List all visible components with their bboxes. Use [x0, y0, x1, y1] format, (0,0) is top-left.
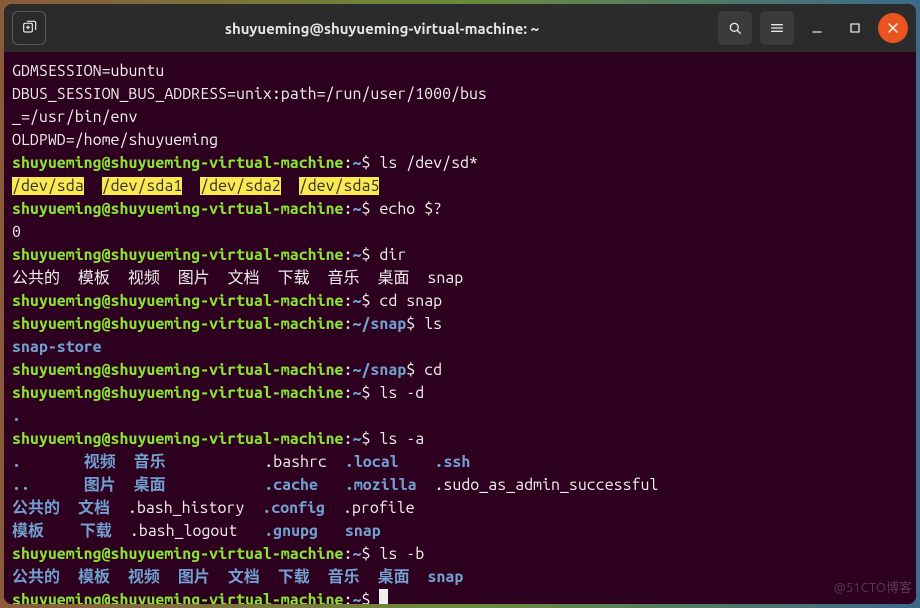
output-text: 模板: [78, 568, 110, 586]
output-text: 文档: [78, 499, 110, 517]
minimize-icon: [809, 20, 825, 36]
hamburger-icon: [769, 20, 785, 36]
output-text: 模板: [12, 522, 44, 540]
output-text: .bash_logout: [130, 522, 238, 540]
output-text: 公共的 模板 视频 图片 文档 下载 音乐 桌面 snap: [12, 269, 463, 287]
output-text: 下载: [80, 522, 112, 540]
prompt-userhost: shuyueming@shuyueming-virtual-machine: [12, 384, 344, 402]
close-button[interactable]: [878, 13, 908, 43]
output-text: .sudo_as_admin_successful: [434, 476, 658, 494]
output-text: .bashrc: [264, 453, 327, 471]
prompt-userhost: shuyueming@shuyueming-virtual-machine: [12, 200, 344, 218]
prompt-userhost: shuyueming@shuyueming-virtual-machine: [12, 591, 344, 604]
output-text: 0: [12, 223, 21, 241]
output-text: snap: [428, 568, 464, 586]
output-text: _=/usr/bin/env: [12, 108, 137, 126]
command-text: ls -b: [370, 545, 424, 563]
prompt-userhost: shuyueming@shuyueming-virtual-machine: [12, 246, 344, 264]
new-tab-icon: [21, 20, 37, 36]
prompt-userhost: shuyueming@shuyueming-virtual-machine: [12, 430, 344, 448]
command-text: ls -a: [370, 430, 424, 448]
output-text: 桌面: [134, 476, 166, 494]
output-text: .gnupg: [264, 522, 318, 540]
new-tab-button[interactable]: [12, 11, 46, 45]
desktop-background: shuyueming@shuyueming-virtual-machine: ~…: [0, 0, 920, 608]
output-text: 桌面: [378, 568, 410, 586]
output-text: 图片: [178, 568, 210, 586]
command-text: cd snap: [370, 292, 442, 310]
maximize-icon: [847, 20, 863, 36]
prompt-path: ~/snap: [353, 361, 407, 379]
output-text: GDMSESSION=ubuntu: [12, 62, 164, 80]
prompt-userhost: shuyueming@shuyueming-virtual-machine: [12, 361, 344, 379]
output-text: snap: [345, 522, 381, 540]
output-text: OLDPWD=/home/shuyueming: [12, 131, 218, 149]
output-text: ..: [12, 476, 30, 494]
maximize-button[interactable]: [840, 13, 870, 43]
cursor: [379, 589, 388, 604]
watermark: @51CTO博客: [834, 577, 912, 600]
command-text: ls: [415, 315, 442, 333]
output-text: DBUS_SESSION_BUS_ADDRESS=unix:path=/run/…: [12, 85, 487, 103]
output-text: .ssh: [434, 453, 470, 471]
output-text: snap-store: [12, 338, 102, 356]
command-text: echo $?: [370, 200, 442, 218]
output-text: 下载: [278, 568, 310, 586]
output-text: .: [12, 453, 21, 471]
minimize-button[interactable]: [802, 13, 832, 43]
prompt-userhost: shuyueming@shuyueming-virtual-machine: [12, 154, 344, 172]
command-text: cd: [415, 361, 442, 379]
output-text: .profile: [343, 499, 415, 517]
output-text: /dev/sda1: [102, 177, 183, 195]
output-text: 公共的: [12, 568, 60, 586]
output-text: /dev/sda: [12, 177, 84, 195]
output-text: .bash_history: [128, 499, 244, 517]
output-text: 视频: [84, 453, 116, 471]
output-text: 音乐: [328, 568, 360, 586]
output-text: .config: [262, 499, 325, 517]
prompt-userhost: shuyueming@shuyueming-virtual-machine: [12, 545, 344, 563]
output-text: .: [12, 407, 21, 425]
terminal-viewport[interactable]: GDMSESSION=ubuntu DBUS_SESSION_BUS_ADDRE…: [4, 52, 916, 604]
output-text: .cache: [264, 476, 318, 494]
output-text: 图片: [84, 476, 116, 494]
close-icon: [885, 20, 901, 36]
output-text: 视频: [128, 568, 160, 586]
command-text: ls /dev/sd*: [370, 154, 478, 172]
search-icon: [727, 20, 743, 36]
command-text: ls -d: [370, 384, 424, 402]
output-text: 公共的: [12, 499, 60, 517]
prompt-userhost: shuyueming@shuyueming-virtual-machine: [12, 292, 344, 310]
window-title: shuyueming@shuyueming-virtual-machine: ~: [225, 20, 539, 37]
prompt-path: ~/snap: [353, 315, 407, 333]
search-button[interactable]: [718, 11, 752, 45]
output-text: /dev/sda2: [200, 177, 281, 195]
command-text: dir: [370, 246, 406, 264]
terminal-window: shuyueming@shuyueming-virtual-machine: ~…: [4, 4, 916, 604]
prompt-userhost: shuyueming@shuyueming-virtual-machine: [12, 315, 344, 333]
output-text: 文档: [228, 568, 260, 586]
command-text: [370, 591, 379, 604]
output-text: .mozilla: [345, 476, 417, 494]
titlebar: shuyueming@shuyueming-virtual-machine: ~: [4, 4, 916, 52]
output-text: 音乐: [134, 453, 166, 471]
menu-button[interactable]: [760, 11, 794, 45]
output-text: /dev/sda5: [299, 177, 380, 195]
output-text: .local: [345, 453, 399, 471]
